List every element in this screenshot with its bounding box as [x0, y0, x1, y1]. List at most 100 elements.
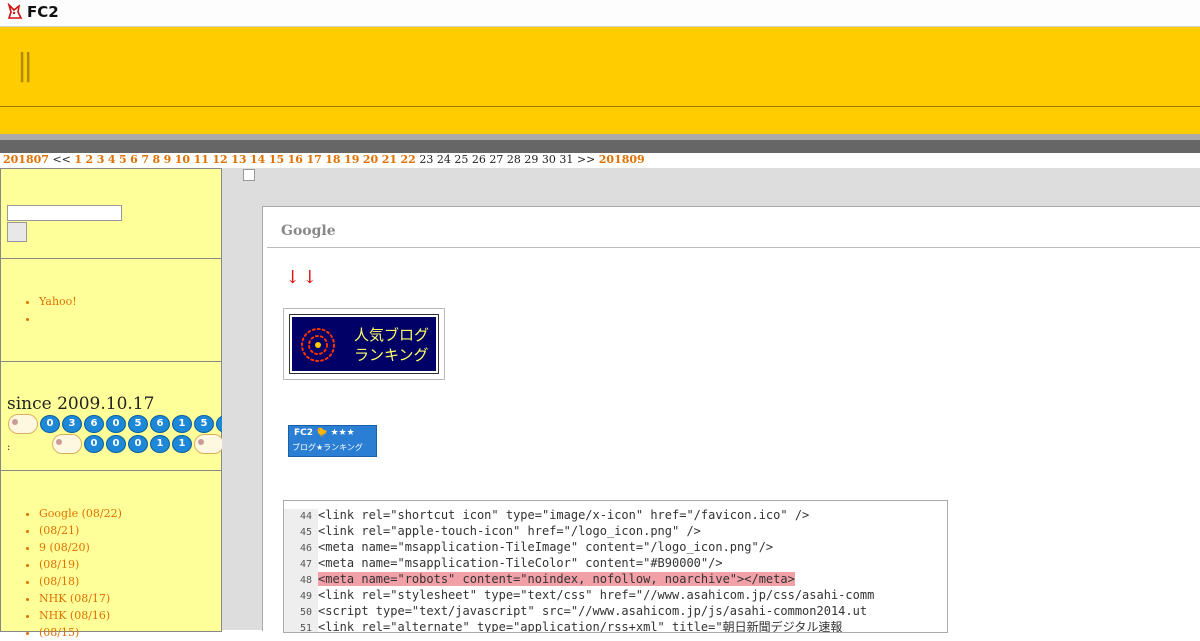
calendar-day: 24 — [436, 153, 451, 166]
since-text: since 2009.10.17 — [7, 394, 155, 414]
link-list: Yahoo! — [11, 293, 77, 327]
sheep-icon — [52, 434, 82, 454]
calendar-day-link[interactable]: 7 — [141, 153, 149, 166]
calendar-day: 29 — [524, 153, 539, 166]
code-line: 51 <link rel="alternate" type="applicatio… — [284, 619, 947, 632]
recent-entry-link[interactable]: NHK (08/16) — [39, 607, 122, 624]
code-line: 45 <link rel="apple-touch-icon" href="/lo… — [284, 523, 947, 541]
counter-colon: : — [7, 442, 11, 453]
calendar-day-link[interactable]: 10 — [175, 153, 190, 166]
calendar-day: 31 — [559, 153, 574, 166]
recent-entry-link[interactable]: (08/19) — [39, 556, 122, 573]
blog-header: || — [0, 27, 1200, 134]
calendar-prev-month[interactable]: 201807 — [3, 153, 49, 166]
counter-digit: 6 — [150, 415, 170, 433]
search-input[interactable] — [7, 205, 122, 221]
calendar-day-link[interactable]: 12 — [212, 153, 227, 166]
code-screenshot: 44 <link rel="shortcut icon" type="image/… — [283, 500, 948, 633]
code-line-text: <script type="text/javascript" src="//ww… — [318, 604, 868, 618]
code-line: 47 <meta name="msapplication-TileColor" c… — [284, 555, 947, 573]
calendar-day-link[interactable]: 22 — [401, 153, 416, 166]
calendar-nav: 201807 << 1 2 3 4 5 6 7 8 9 10 11 12 13 … — [3, 153, 1200, 167]
code-line: 48 <meta name="robots" content="noindex, … — [284, 571, 947, 589]
calendar-day: 25 — [454, 153, 469, 166]
sidebar-recent-section: Google (08/22) (08/21)9 (08/20) (08/19) … — [1, 471, 221, 639]
code-line-text: <link rel="stylesheet" type="text/css" h… — [318, 588, 875, 602]
blog-title-mark[interactable]: || — [17, 48, 33, 83]
recent-entry-link[interactable]: 9 (08/20) — [39, 539, 122, 556]
recent-entry-link[interactable]: NHK (08/17) — [39, 590, 122, 607]
calendar-day-link[interactable]: 21 — [382, 153, 397, 166]
calendar-day-link[interactable]: 14 — [250, 153, 265, 166]
post-title[interactable]: Google — [281, 223, 336, 239]
fc2-ranking-line1: FC2 🐤 ★★★ — [294, 428, 355, 438]
calendar-day-link[interactable]: 3 — [97, 153, 105, 166]
counter-digit: 1 — [150, 435, 170, 453]
sidebar-counter-section: since 2009.10.17 036056154 00011 : — [1, 362, 268, 471]
recent-entry-link[interactable]: (08/18) — [39, 573, 122, 590]
code-line-text: <meta name="msapplication-TileImage" con… — [318, 540, 774, 554]
fc2-ranking-banner[interactable]: FC2 🐤 ★★★ ブログ★ランキング — [288, 425, 377, 457]
blog-post: Google ↓↓ 人気ブログ ランキング FC2 🐤 ★★★ ブログ★ランキン… — [262, 206, 1200, 633]
search-button[interactable] — [7, 222, 27, 242]
counter-digit: 0 — [84, 435, 104, 453]
ranking-banner-line2: ランキング — [354, 346, 429, 364]
fc2-logo-text: FC2 — [27, 3, 59, 21]
sheep-icon — [194, 434, 224, 454]
code-line-text: <meta name="msapplication-TileColor" con… — [318, 556, 723, 570]
calendar-day-link[interactable]: 8 — [152, 153, 160, 166]
fc2-top-bar: FC2 — [0, 0, 1200, 27]
calendar-day-link[interactable]: 4 — [108, 153, 116, 166]
calendar-prev-arrow: << — [52, 153, 71, 166]
ranking-banner-text: 人気ブログ ランキング — [354, 325, 429, 365]
calendar-day-link[interactable]: 5 — [119, 153, 127, 166]
recent-entries-list: Google (08/22) (08/21)9 (08/20) (08/19) … — [11, 505, 122, 641]
calendar-day-link[interactable]: 19 — [344, 153, 359, 166]
calendar-day: 26 — [471, 153, 486, 166]
fc2-logo[interactable]: FC2 — [6, 3, 59, 21]
calendar-day-link[interactable]: 1 — [74, 153, 82, 166]
counter-digit: 5 — [128, 415, 148, 433]
calendar-day-link[interactable]: 17 — [306, 153, 321, 166]
code-line-text: <link rel="apple-touch-icon" href="/logo… — [318, 524, 701, 538]
code-line: 50 <script type="text/javascript" src="//… — [284, 603, 947, 621]
post-title-divider — [267, 247, 1200, 248]
checkbox[interactable] — [243, 169, 255, 181]
calendar-day: 23 — [419, 153, 434, 166]
calendar-day-link[interactable]: 18 — [325, 153, 340, 166]
header-dark-band — [0, 140, 1200, 153]
calendar-day-link[interactable]: 15 — [269, 153, 284, 166]
code-line: 46 <meta name="msapplication-TileImage" c… — [284, 539, 947, 557]
calendar-day-link[interactable]: 9 — [164, 153, 172, 166]
calendar-day-link[interactable]: 11 — [194, 153, 209, 166]
calendar-day-link[interactable]: 20 — [363, 153, 378, 166]
sidebar-link-item[interactable] — [39, 310, 77, 327]
counter-digit: 0 — [40, 415, 60, 433]
calendar-day-link[interactable]: 16 — [288, 153, 303, 166]
code-line: 44 <link rel="shortcut icon" type="image/… — [284, 507, 947, 525]
calendar-next-month[interactable]: 201809 — [599, 153, 645, 166]
sidebar-search-section — [1, 169, 221, 259]
calendar-day-link[interactable]: 2 — [86, 153, 94, 166]
counter-digit: 5 — [194, 415, 214, 433]
ranking-banner-image: 人気ブログ ランキング — [289, 314, 439, 374]
fc2-fox-icon — [7, 3, 23, 19]
calendar-day-link[interactable]: 13 — [231, 153, 246, 166]
sheep-icon — [8, 414, 38, 434]
counter-digit: 1 — [172, 415, 192, 433]
calendar-next-arrow: >> — [576, 153, 596, 166]
recent-entry-link[interactable]: (08/21) — [39, 522, 122, 539]
down-arrows: ↓↓ — [285, 267, 320, 288]
recent-entry-link[interactable]: (08/15) — [39, 624, 122, 641]
counter-digit: 0 — [106, 435, 126, 453]
blog-ranking-banner[interactable]: 人気ブログ ランキング — [283, 308, 445, 380]
counter-digit: 3 — [62, 415, 82, 433]
sidebar-links-section: Yahoo! — [1, 259, 221, 362]
recent-entry-link[interactable]: Google (08/22) — [39, 505, 122, 522]
counter-digit: 0 — [128, 435, 148, 453]
access-counter-today: 00011 — [51, 434, 225, 454]
firework-icon — [301, 328, 335, 362]
sidebar: Yahoo! since 2009.10.17 036056154 00011 … — [0, 168, 268, 639]
sidebar-link-item[interactable]: Yahoo! — [39, 293, 77, 310]
calendar-day-link[interactable]: 6 — [130, 153, 138, 166]
